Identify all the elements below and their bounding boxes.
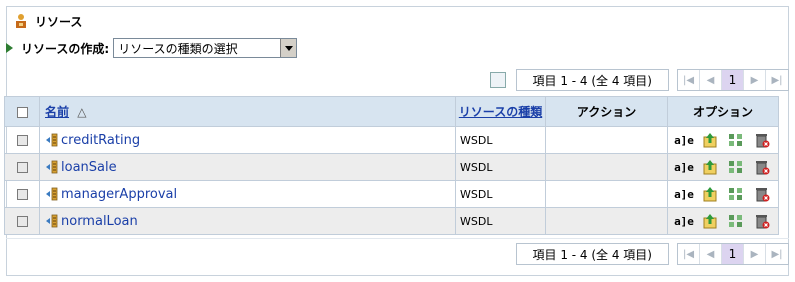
wsdl-resource-icon — [45, 214, 59, 228]
prev-page-icon[interactable]: ◀ — [700, 244, 722, 264]
last-page-icon[interactable]: ▶| — [766, 244, 788, 264]
next-page-icon[interactable]: ▶ — [744, 244, 766, 264]
edit-text-icon[interactable]: a]e — [674, 186, 694, 202]
tree-icon[interactable] — [728, 213, 744, 229]
resource-name-link[interactable]: loanSale — [61, 160, 117, 175]
first-page-icon[interactable]: |◀ — [678, 244, 700, 264]
edit-text-icon[interactable]: a]e — [674, 132, 694, 148]
chevron-down-icon — [284, 45, 293, 51]
row-checkbox-cell — [4, 126, 40, 154]
create-resource-label: リソースの作成: — [21, 41, 110, 56]
resource-icon — [13, 13, 29, 29]
row-checkbox-cell — [4, 207, 40, 235]
column-name: 名前 △ — [39, 96, 456, 127]
delete-icon[interactable] — [754, 213, 770, 229]
resource-name-link[interactable]: managerApproval — [61, 187, 177, 202]
row-checkbox-cell — [4, 153, 40, 181]
resource-action-cell — [545, 126, 668, 154]
delete-icon[interactable] — [754, 132, 770, 148]
delete-icon[interactable] — [754, 159, 770, 175]
resource-type-cell: WSDL — [455, 180, 546, 208]
current-page[interactable]: 1 — [722, 244, 744, 264]
resource-action-cell — [545, 153, 668, 181]
last-page-icon[interactable]: ▶| — [766, 70, 788, 90]
pager-range: 項目 1 - 4 (全 4 項目) — [515, 69, 669, 91]
resource-name-link[interactable]: creditRating — [61, 133, 140, 148]
column-type: リソースの種類 — [455, 96, 546, 127]
table-header-row: 名前 △ リソースの種類 アクション オプション — [4, 96, 779, 127]
select-all-cell — [4, 96, 40, 127]
page-size-icon[interactable] — [489, 72, 506, 88]
export-icon[interactable] — [702, 159, 718, 175]
sort-by-name-link[interactable]: 名前 — [45, 105, 69, 119]
resource-options-cell: a]e — [667, 126, 779, 154]
tree-icon[interactable] — [728, 186, 744, 202]
create-resource-row: リソースの作成: リソースの種類の選択 — [6, 38, 298, 58]
pager-bottom: 項目 1 - 4 (全 4 項目) |◀ ◀ 1 ▶ ▶| — [515, 242, 789, 266]
resource-type-cell: WSDL — [455, 207, 546, 235]
resource-type-select[interactable]: リソースの種類の選択 — [113, 38, 298, 58]
current-page[interactable]: 1 — [722, 70, 744, 90]
pager-nav: |◀ ◀ 1 ▶ ▶| — [677, 69, 789, 91]
sort-by-type-link[interactable]: リソースの種類 — [459, 105, 542, 119]
resource-options-cell: a]e — [667, 180, 779, 208]
resource-action-cell — [545, 207, 668, 235]
tree-icon[interactable] — [728, 132, 744, 148]
resource-type-cell: WSDL — [455, 153, 546, 181]
column-action: アクション — [545, 96, 668, 127]
edit-text-icon[interactable]: a]e — [674, 159, 694, 175]
pager-top: 項目 1 - 4 (全 4 項目) |◀ ◀ 1 ▶ ▶| — [489, 68, 789, 92]
expand-triangle-icon — [6, 43, 13, 53]
tree-icon[interactable] — [728, 159, 744, 175]
wsdl-resource-icon — [45, 133, 59, 147]
table-row: managerApproval WSDL a]e — [4, 180, 779, 208]
select-all-checkbox[interactable] — [16, 106, 28, 118]
resource-name-link[interactable]: normalLoan — [61, 214, 138, 229]
row-checkbox[interactable] — [16, 135, 28, 146]
export-icon[interactable] — [702, 213, 718, 229]
row-checkbox[interactable] — [16, 216, 28, 227]
next-page-icon[interactable]: ▶ — [744, 70, 766, 90]
row-checkbox-cell — [4, 180, 40, 208]
prev-page-icon[interactable]: ◀ — [700, 70, 722, 90]
pager-nav: |◀ ◀ 1 ▶ ▶| — [677, 243, 789, 265]
resource-name-cell: managerApproval — [39, 180, 456, 208]
wsdl-resource-icon — [45, 187, 59, 201]
pager-range: 項目 1 - 4 (全 4 項目) — [515, 243, 669, 265]
resource-type-cell: WSDL — [455, 126, 546, 154]
resource-name-cell: creditRating — [39, 126, 456, 154]
select-dropdown-button[interactable] — [280, 39, 297, 57]
resource-name-cell: loanSale — [39, 153, 456, 181]
delete-icon[interactable] — [754, 186, 770, 202]
table-footer-divider — [6, 238, 789, 239]
table-row: loanSale WSDL a]e — [4, 153, 779, 181]
export-icon[interactable] — [702, 132, 718, 148]
resource-action-cell — [545, 180, 668, 208]
resources-table: 名前 △ リソースの種類 アクション オプション creditRating WSD… — [4, 96, 779, 235]
export-icon[interactable] — [702, 186, 718, 202]
resource-type-select-value: リソースの種類の選択 — [118, 41, 238, 56]
row-checkbox[interactable] — [16, 162, 28, 173]
resource-name-cell: normalLoan — [39, 207, 456, 235]
row-checkbox[interactable] — [16, 189, 28, 200]
sort-ascending-icon[interactable]: △ — [77, 105, 86, 119]
first-page-icon[interactable]: |◀ — [678, 70, 700, 90]
panel-title: リソース — [35, 14, 83, 29]
edit-text-icon[interactable]: a]e — [674, 213, 694, 229]
column-options: オプション — [667, 96, 779, 127]
wsdl-resource-icon — [45, 160, 59, 174]
panel-header: リソース — [7, 7, 788, 35]
table-row: normalLoan WSDL a]e — [4, 207, 779, 235]
table-row: creditRating WSDL a]e — [4, 126, 779, 154]
resource-options-cell: a]e — [667, 207, 779, 235]
resource-options-cell: a]e — [667, 153, 779, 181]
